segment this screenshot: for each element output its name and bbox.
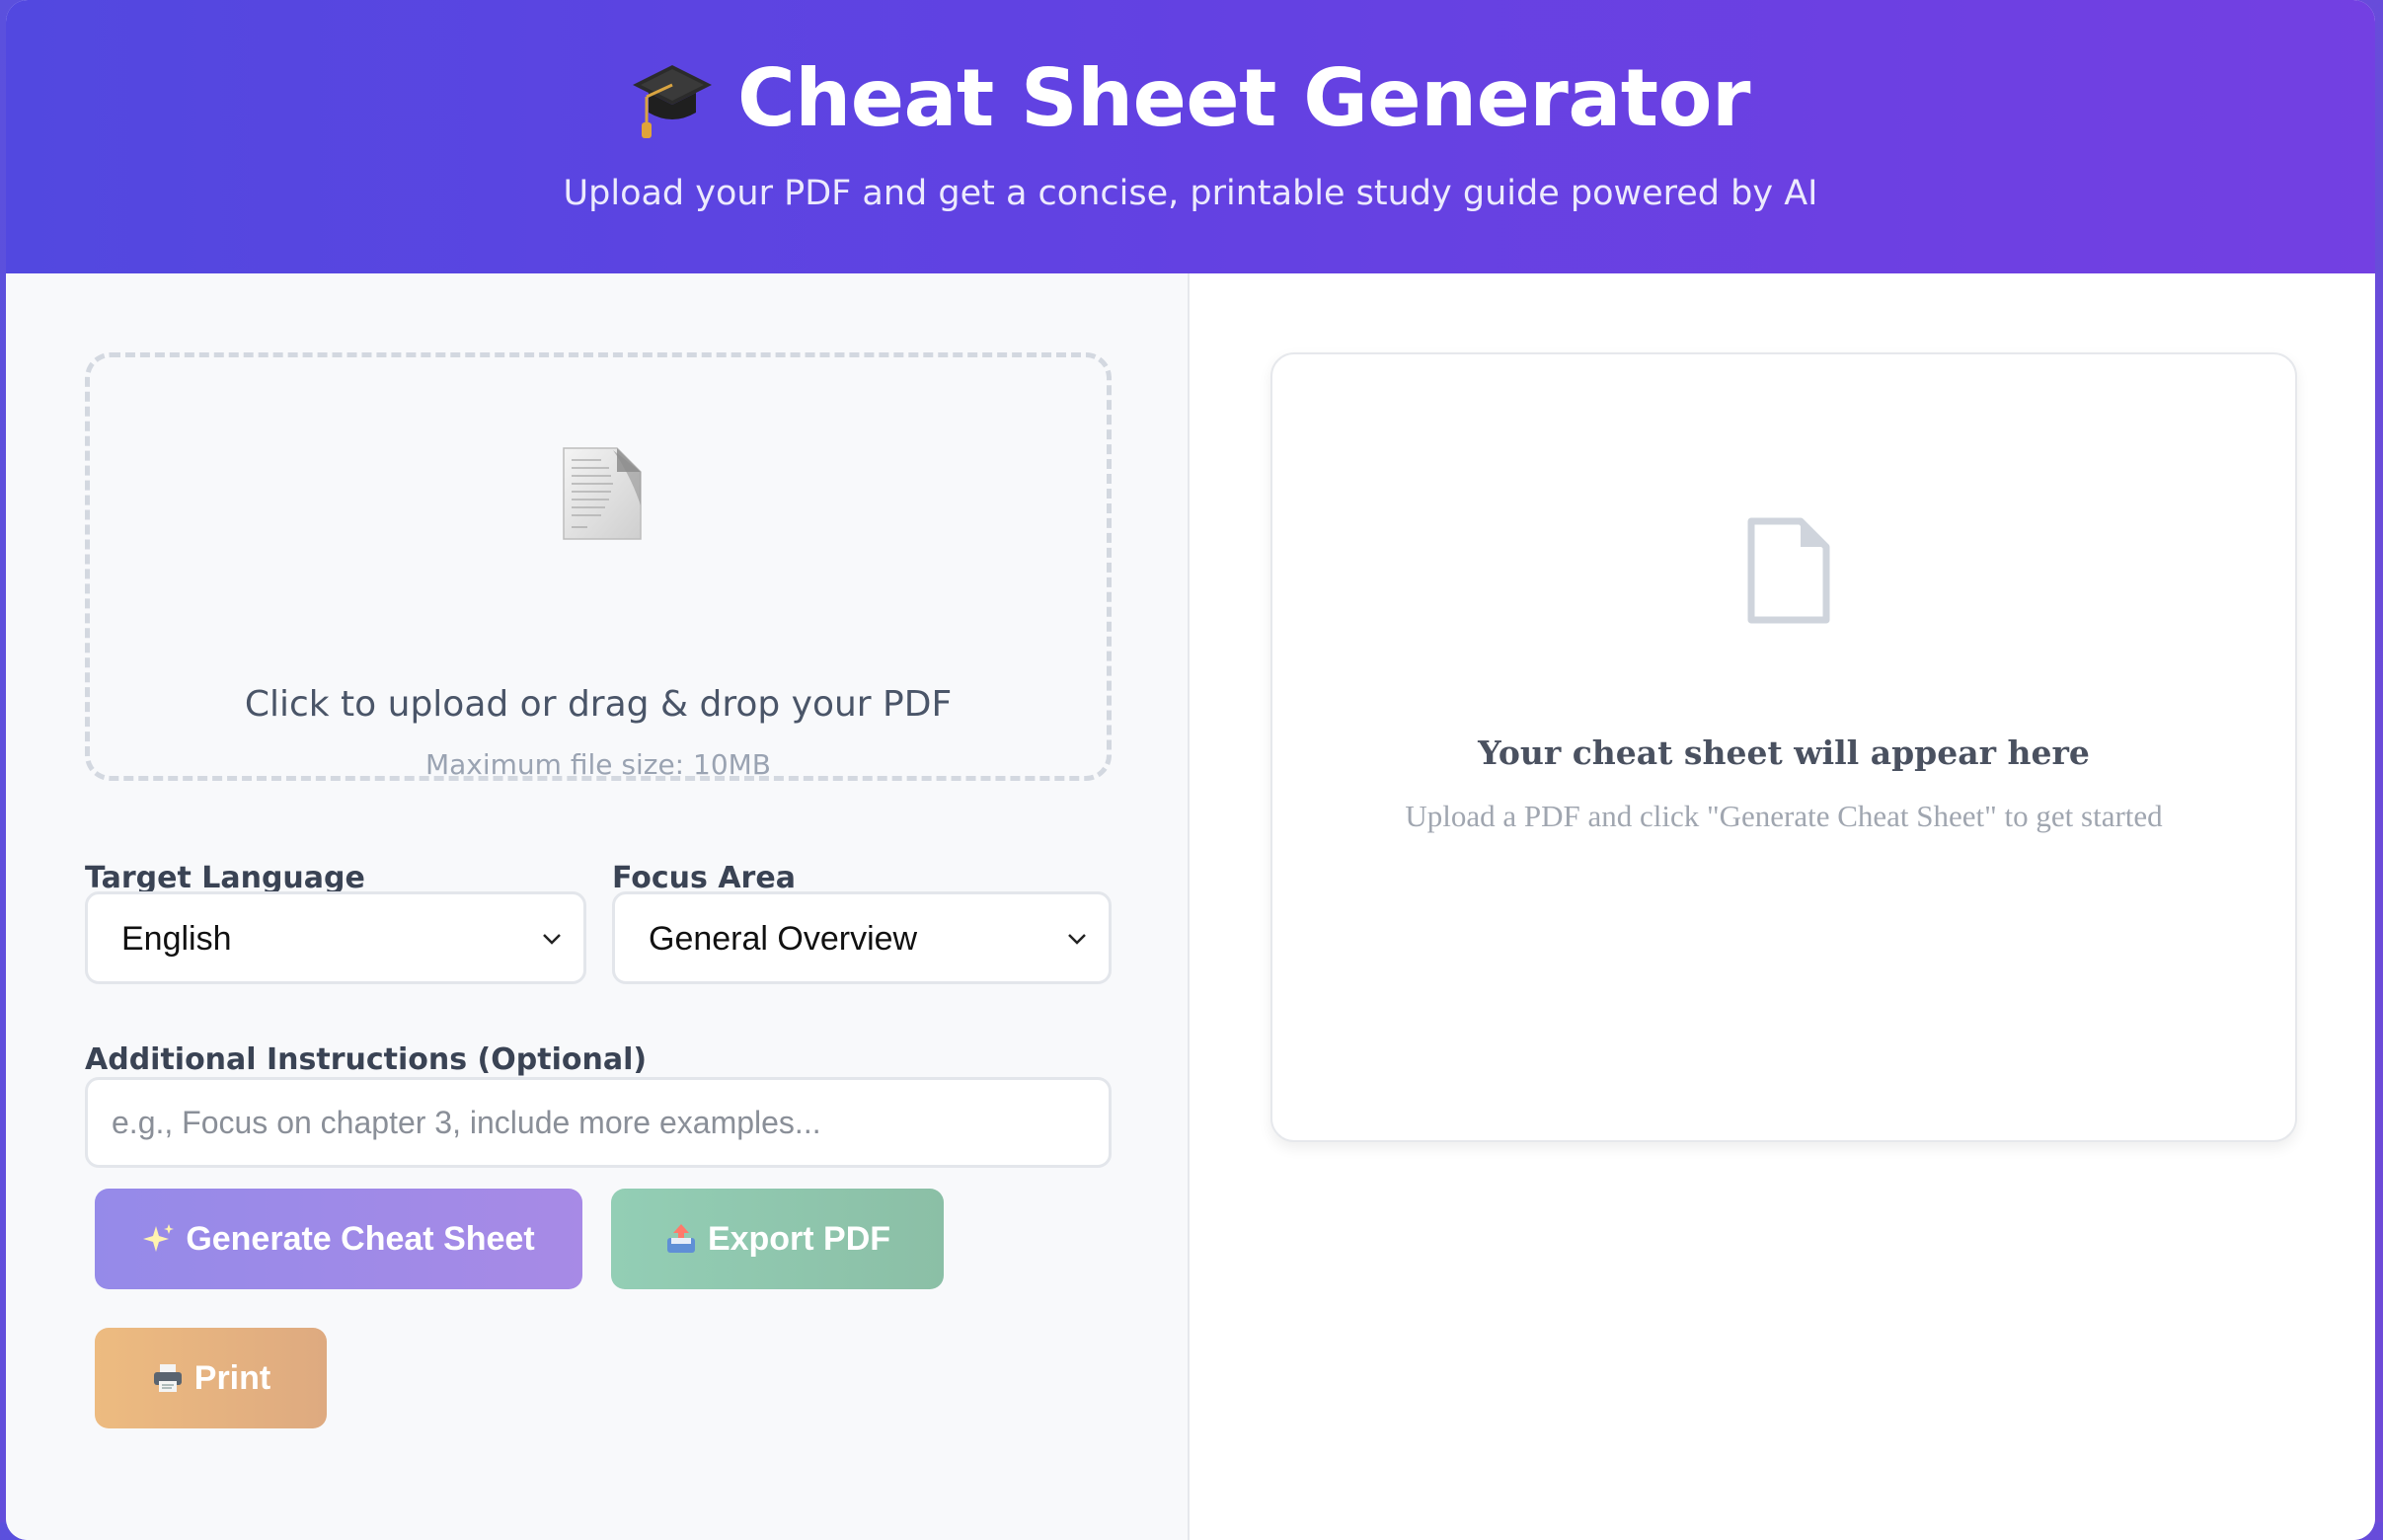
pdf-upload-dropzone[interactable]: Click to upload or drag & drop your PDF …: [85, 352, 1112, 781]
input-panel: Click to upload or drag & drop your PDF …: [6, 273, 1190, 1540]
preview-placeholder-subtitle: Upload a PDF and click "Generate Cheat S…: [1405, 799, 2163, 833]
target-language-value: English: [121, 920, 232, 958]
preview-placeholder-title: Your cheat sheet will appear here: [1478, 733, 2090, 772]
additional-instructions-label: Additional Instructions (Optional): [85, 1042, 648, 1077]
focus-area-value: General Overview: [649, 920, 918, 958]
additional-instructions-box: [85, 1077, 1112, 1168]
printer-icon: [153, 1364, 182, 1392]
print-button-label: Print: [193, 1358, 271, 1397]
upload-size-limit: Maximum file size: 10MB: [424, 748, 772, 781]
generate-cheat-sheet-button[interactable]: Generate Cheat Sheet: [95, 1189, 582, 1289]
upload-instruction: Click to upload or drag & drop your PDF: [244, 684, 953, 725]
page-title: Cheat Sheet Generator: [737, 52, 1750, 144]
cheat-sheet-preview: Your cheat sheet will appear here Upload…: [1270, 352, 2297, 1142]
print-button[interactable]: Print: [95, 1328, 327, 1428]
focus-area-select[interactable]: General Overview: [612, 891, 1112, 984]
title-row: Cheat Sheet Generator: [6, 47, 2375, 150]
app-window: Cheat Sheet Generator Upload your PDF an…: [6, 0, 2375, 1540]
export-pdf-button[interactable]: Export PDF: [611, 1189, 944, 1289]
document-icon: [563, 447, 642, 540]
output-panel: Your cheat sheet will appear here Upload…: [1192, 273, 2375, 1540]
target-language-select[interactable]: English: [85, 891, 586, 984]
additional-instructions-input[interactable]: [112, 1100, 1079, 1145]
page-subtitle: Upload your PDF and get a concise, print…: [563, 174, 1818, 213]
file-icon: [1747, 517, 1830, 624]
header: Cheat Sheet Generator Upload your PDF an…: [6, 0, 2375, 273]
generate-button-label: Generate Cheat Sheet: [186, 1219, 535, 1258]
sparkles-icon: [143, 1224, 175, 1252]
chevron-down-icon: [543, 934, 561, 945]
graduation-cap-icon: [633, 65, 713, 138]
inbox-tray-icon: [666, 1224, 695, 1253]
chevron-down-icon: [1068, 934, 1086, 945]
export-button-label: Export PDF: [707, 1219, 891, 1258]
